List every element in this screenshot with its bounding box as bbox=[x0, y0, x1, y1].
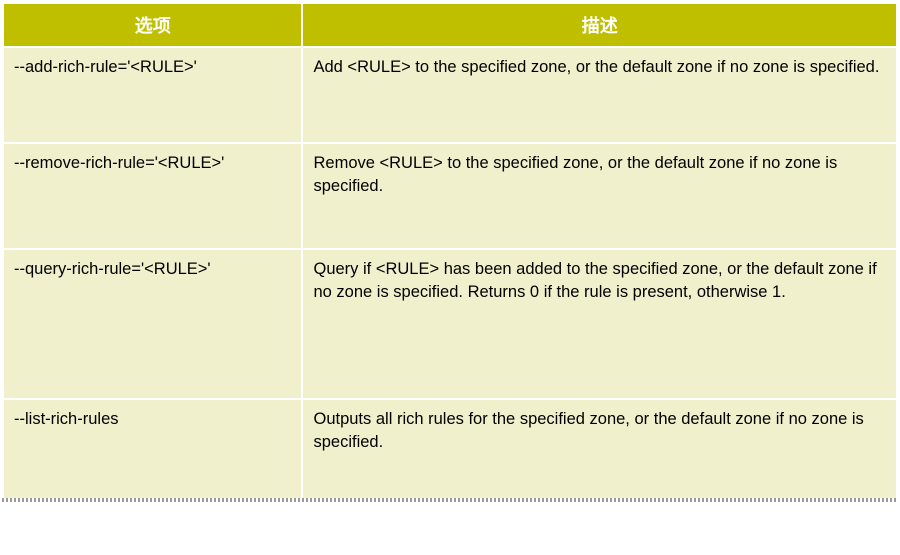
header-description: 描述 bbox=[302, 3, 897, 47]
option-cell: --remove-rich-rule='<RULE>' bbox=[3, 143, 302, 249]
table-row: --query-rich-rule='<RULE>' Query if <RUL… bbox=[3, 249, 897, 399]
table-header-row: 选项 描述 bbox=[3, 3, 897, 47]
description-cell: Add <RULE> to the specified zone, or the… bbox=[302, 47, 897, 143]
option-cell: --add-rich-rule='<RULE>' bbox=[3, 47, 302, 143]
table-row: --add-rich-rule='<RULE>' Add <RULE> to t… bbox=[3, 47, 897, 143]
bottom-border-dashes bbox=[2, 498, 898, 502]
description-cell: Outputs all rich rules for the specified… bbox=[302, 399, 897, 499]
option-cell: --query-rich-rule='<RULE>' bbox=[3, 249, 302, 399]
table-row: --list-rich-rules Outputs all rich rules… bbox=[3, 399, 897, 499]
description-cell: Remove <RULE> to the specified zone, or … bbox=[302, 143, 897, 249]
table-row: --remove-rich-rule='<RULE>' Remove <RULE… bbox=[3, 143, 897, 249]
description-cell: Query if <RULE> has been added to the sp… bbox=[302, 249, 897, 399]
header-option: 选项 bbox=[3, 3, 302, 47]
option-cell: --list-rich-rules bbox=[3, 399, 302, 499]
rich-rule-options-table: 选项 描述 --add-rich-rule='<RULE>' Add <RULE… bbox=[2, 2, 898, 500]
